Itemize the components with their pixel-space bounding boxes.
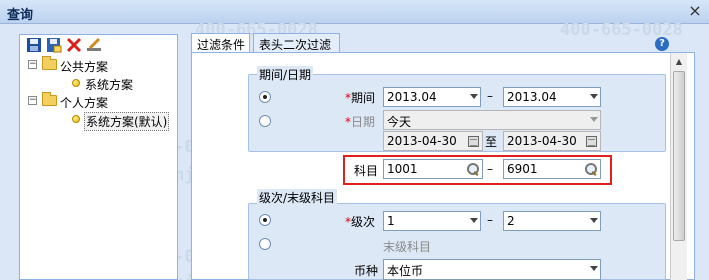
- leaf-label: 末级科目: [383, 240, 432, 254]
- currency-label: 币种: [354, 264, 379, 278]
- dialog-titlebar: 查询 ×: [0, 0, 709, 24]
- folder-icon: [42, 92, 57, 106]
- date-label: *日期: [345, 115, 376, 129]
- date-from-value: 2013-04-30: [387, 134, 457, 148]
- chevron-down-icon: [590, 218, 598, 223]
- period-to-value: 2013.04: [507, 90, 557, 104]
- currency-select[interactable]: 本位币: [383, 259, 601, 280]
- save-icon[interactable]: [26, 37, 42, 53]
- level-from-select[interactable]: 1: [383, 211, 481, 231]
- scheme-icon: [72, 79, 80, 87]
- tree-label-private-default: 系统方案(默认): [84, 112, 170, 131]
- vertical-scrollbar[interactable]: ▲: [670, 53, 687, 280]
- level-radio[interactable]: [259, 214, 271, 226]
- tree-label-public: 公共方案: [60, 60, 109, 74]
- tree-label-private: 个人方案: [60, 96, 109, 110]
- period-to-select[interactable]: 2013.04: [503, 87, 601, 107]
- tree-node-private[interactable]: − 个人方案: [28, 92, 168, 110]
- chevron-down-icon: [470, 94, 478, 99]
- tree-node-public-system[interactable]: 系统方案: [72, 75, 172, 92]
- dialog-title: 查询: [7, 8, 34, 23]
- chevron-down-icon: [590, 266, 598, 271]
- tree-node-public[interactable]: − 公共方案: [28, 56, 168, 74]
- calendar-icon[interactable]: [586, 136, 597, 147]
- chevron-down-icon: [590, 117, 598, 122]
- edit-icon[interactable]: [86, 37, 102, 53]
- chevron-down-icon: [590, 94, 598, 99]
- tab-header-secondary-filter[interactable]: 表头二次过滤: [253, 33, 340, 53]
- date-to-field[interactable]: 2013-04-30: [503, 131, 601, 151]
- level-label: *级次: [345, 215, 376, 229]
- tree-node-private-default[interactable]: 系统方案(默认): [72, 111, 177, 131]
- level-from-value: 1: [387, 214, 395, 228]
- period-radio[interactable]: [259, 91, 271, 103]
- currency-value: 本位币: [387, 264, 424, 278]
- date-preset-select[interactable]: 今天: [383, 110, 601, 130]
- period-label: *期间: [345, 91, 376, 105]
- save-as-icon[interactable]: [46, 37, 62, 53]
- scheme-tree-panel: − 公共方案 系统方案 − 个人方案 系统方案(默认): [19, 34, 178, 280]
- period-from-select[interactable]: 2013.04: [383, 87, 481, 107]
- scroll-thumb[interactable]: [673, 71, 685, 241]
- help-icon[interactable]: ?: [655, 37, 669, 51]
- period-date-group-title: 期间/日期: [257, 66, 314, 83]
- folder-icon: [42, 56, 57, 70]
- leaf-radio[interactable]: [259, 238, 271, 250]
- collapse-icon[interactable]: −: [28, 96, 37, 105]
- tree-label-public-system: 系统方案: [85, 78, 134, 92]
- scheme-icon: [72, 115, 80, 123]
- tab-filter-conditions[interactable]: 过滤条件: [191, 33, 250, 53]
- date-from-field[interactable]: 2013-04-30: [383, 131, 483, 151]
- date-to-value: 2013-04-30: [507, 134, 577, 148]
- highlight-box: [343, 155, 612, 185]
- period-range-dash: –: [487, 89, 493, 103]
- period-from-value: 2013.04: [387, 90, 437, 104]
- date-range-to-label: 至: [485, 135, 498, 149]
- scheme-toolbar: [20, 35, 177, 55]
- close-icon[interactable]: ×: [686, 2, 704, 20]
- scroll-up-icon[interactable]: ▲: [672, 55, 686, 69]
- level-to-value: 2: [507, 214, 515, 228]
- collapse-icon[interactable]: −: [28, 60, 37, 69]
- date-preset-value: 今天: [387, 115, 412, 129]
- calendar-icon[interactable]: [468, 136, 479, 147]
- chevron-down-icon: [470, 218, 478, 223]
- level-range-dash: –: [487, 213, 493, 227]
- delete-icon[interactable]: [66, 37, 82, 53]
- level-group-title: 级次/末级科目: [257, 189, 338, 206]
- level-to-select[interactable]: 2: [503, 211, 601, 231]
- date-radio[interactable]: [259, 115, 271, 127]
